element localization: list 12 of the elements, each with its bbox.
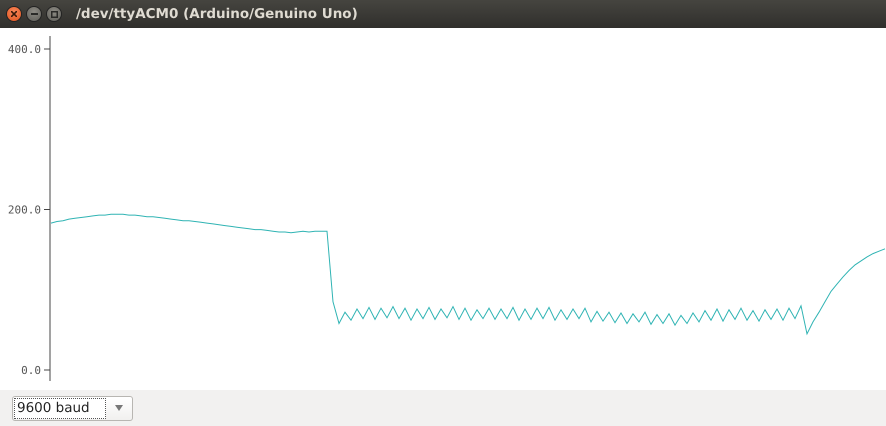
axis-label: 400.0 xyxy=(8,43,41,56)
close-button[interactable] xyxy=(6,6,22,22)
maximize-button[interactable] xyxy=(46,6,62,22)
baud-dropdown[interactable]: 9600 baud xyxy=(12,396,133,420)
minimize-icon xyxy=(30,13,38,15)
maximize-icon xyxy=(50,10,58,18)
minimize-button[interactable] xyxy=(26,6,42,22)
close-icon xyxy=(11,11,17,17)
axis-label: 200.0 xyxy=(8,204,41,216)
window-title: /dev/ttyACM0 (Arduino/Genuino Uno) xyxy=(76,6,358,22)
axis-label: 0.0 xyxy=(21,364,41,377)
caret-icon xyxy=(114,405,124,411)
